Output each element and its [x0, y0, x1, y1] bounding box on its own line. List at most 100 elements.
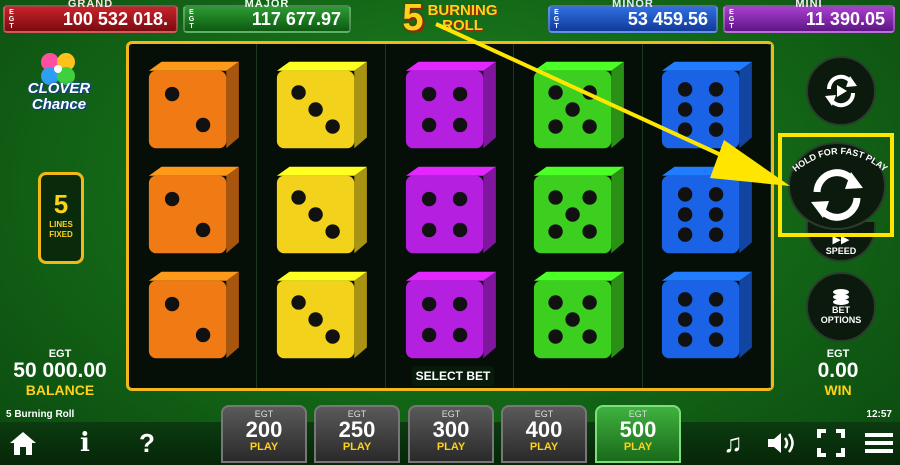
game-title-words: BURNING ROLL: [428, 3, 498, 33]
music-icon: ♫: [723, 427, 743, 458]
die-pip: [678, 187, 693, 202]
game-title: 5 BURNING ROLL: [380, 0, 520, 37]
die-reel2-row3: [277, 272, 368, 359]
hold-text-path: HOLD FOR FAST PLAY: [791, 146, 890, 174]
jackpot-major-name: MAJOR: [244, 0, 290, 10]
die-pip: [709, 101, 724, 117]
die-pip: [678, 292, 693, 307]
die-pip: [678, 81, 693, 97]
bet-play-label: PLAY: [529, 441, 559, 453]
die-pip: [421, 328, 436, 343]
die-pip: [565, 312, 580, 328]
sound-button[interactable]: [765, 426, 799, 460]
die-reel3-row3: [405, 272, 496, 359]
die-pip: [195, 328, 210, 343]
jackpot-minor-name: MINOR: [612, 0, 654, 10]
die-reel5-row1: [662, 61, 753, 148]
jackpot-grand-egt: EGT: [8, 8, 15, 30]
bet-button-500[interactable]: EGT 500 PLAY: [595, 405, 681, 463]
bet-play-label: PLAY: [342, 441, 372, 453]
jackpot-minor: MINOR EGT 53 459.56: [548, 0, 718, 33]
speed-label: SPEED: [825, 245, 857, 256]
coins-icon: [833, 289, 849, 305]
die-pip: [325, 118, 340, 134]
balance-value: 50 000.00: [13, 359, 107, 382]
die-pip: [164, 86, 180, 101]
help-button[interactable]: ?: [130, 426, 164, 460]
jackpot-mini-egt: EGT: [728, 8, 735, 30]
die-reel4-row2: [533, 166, 624, 254]
clock: 12:57: [866, 409, 892, 420]
bet-options-button[interactable]: BET OPTIONS: [806, 272, 876, 342]
svg-text:HOLD FOR FAST PLAY: HOLD FOR FAST PLAY: [791, 146, 890, 174]
balance-display: EGT 50 000.00 BALANCE: [4, 348, 116, 398]
die-pip: [308, 101, 323, 117]
die-pip: [452, 117, 467, 132]
die-pip: [452, 297, 467, 312]
die-pip: [582, 329, 597, 345]
reel-4: [514, 44, 643, 388]
fullscreen-icon: [817, 429, 845, 457]
die-pip: [548, 118, 563, 134]
die-pip: [678, 207, 693, 222]
die-pip: [678, 332, 693, 348]
die-pip: [582, 224, 597, 239]
jackpot-mini: MINI EGT 11 390.05: [723, 0, 895, 33]
game-title-line2: ROLL: [442, 17, 483, 34]
menu-button[interactable]: [862, 426, 896, 460]
die-reel4-row3: [533, 272, 624, 359]
die-pip: [548, 84, 563, 100]
bet-play-label: PLAY: [436, 441, 466, 453]
jackpot-minor-egt: EGT: [553, 8, 560, 30]
speaker-icon: [768, 433, 794, 453]
die-reel3-row1: [405, 61, 496, 148]
die-pip: [582, 190, 597, 205]
bet-amount: 400: [525, 417, 563, 442]
die-pip: [421, 297, 436, 312]
bet-button-300[interactable]: EGT 300 PLAY: [408, 405, 494, 463]
die-reel4-row1: [533, 61, 624, 148]
logo-line2: Chance: [31, 96, 87, 113]
lines-label2: FIXED: [49, 230, 73, 239]
music-button[interactable]: ♫: [716, 426, 750, 460]
die-pip: [678, 312, 693, 328]
balance-label: BALANCE: [25, 382, 95, 398]
jackpot-major-egt: EGT: [188, 8, 195, 30]
jackpot-grand: GRAND EGT 100 532 018.: [3, 0, 178, 33]
die-pip: [308, 207, 323, 222]
info-icon: i: [80, 428, 90, 458]
die-pip: [421, 117, 436, 132]
die-pip: [709, 312, 724, 328]
home-button[interactable]: [6, 426, 40, 460]
die-reel2-row2: [277, 166, 368, 254]
autoplay-button[interactable]: [806, 56, 876, 126]
die-pip: [452, 191, 467, 207]
die-pip: [548, 224, 563, 239]
home-icon: [10, 432, 36, 455]
jackpot-minor-amount: 53 459.56: [627, 8, 708, 29]
help-icon: ?: [139, 427, 155, 458]
bet-options-label1: BET: [832, 305, 850, 315]
game-name-label: 5 Burning Roll: [6, 409, 75, 420]
die-pip: [421, 191, 436, 207]
reel-3: [386, 44, 515, 388]
die-pip: [709, 187, 724, 202]
fullscreen-button[interactable]: [814, 426, 848, 460]
bet-amount: 500: [619, 417, 657, 442]
die-pip: [582, 295, 597, 310]
jackpot-major: MAJOR EGT 117 677.97: [183, 0, 351, 33]
die-pip: [548, 190, 563, 205]
bet-button-250[interactable]: EGT 250 PLAY: [314, 405, 400, 463]
die-pip: [565, 101, 580, 117]
bet-button-400[interactable]: EGT 400 PLAY: [501, 405, 587, 463]
jackpot-grand-name: GRAND: [67, 0, 114, 10]
jackpot-grand-amount: 100 532 018.: [62, 8, 168, 29]
die-pip: [548, 329, 563, 345]
die-reel5-row3: [662, 272, 753, 359]
reel-1: [129, 44, 258, 388]
info-button[interactable]: i: [68, 426, 102, 460]
logo-line1: CLOVER: [27, 80, 91, 97]
bet-button-200[interactable]: EGT 200 PLAY: [221, 405, 307, 463]
win-value: 0.00: [817, 359, 859, 382]
die-pip: [709, 207, 724, 222]
